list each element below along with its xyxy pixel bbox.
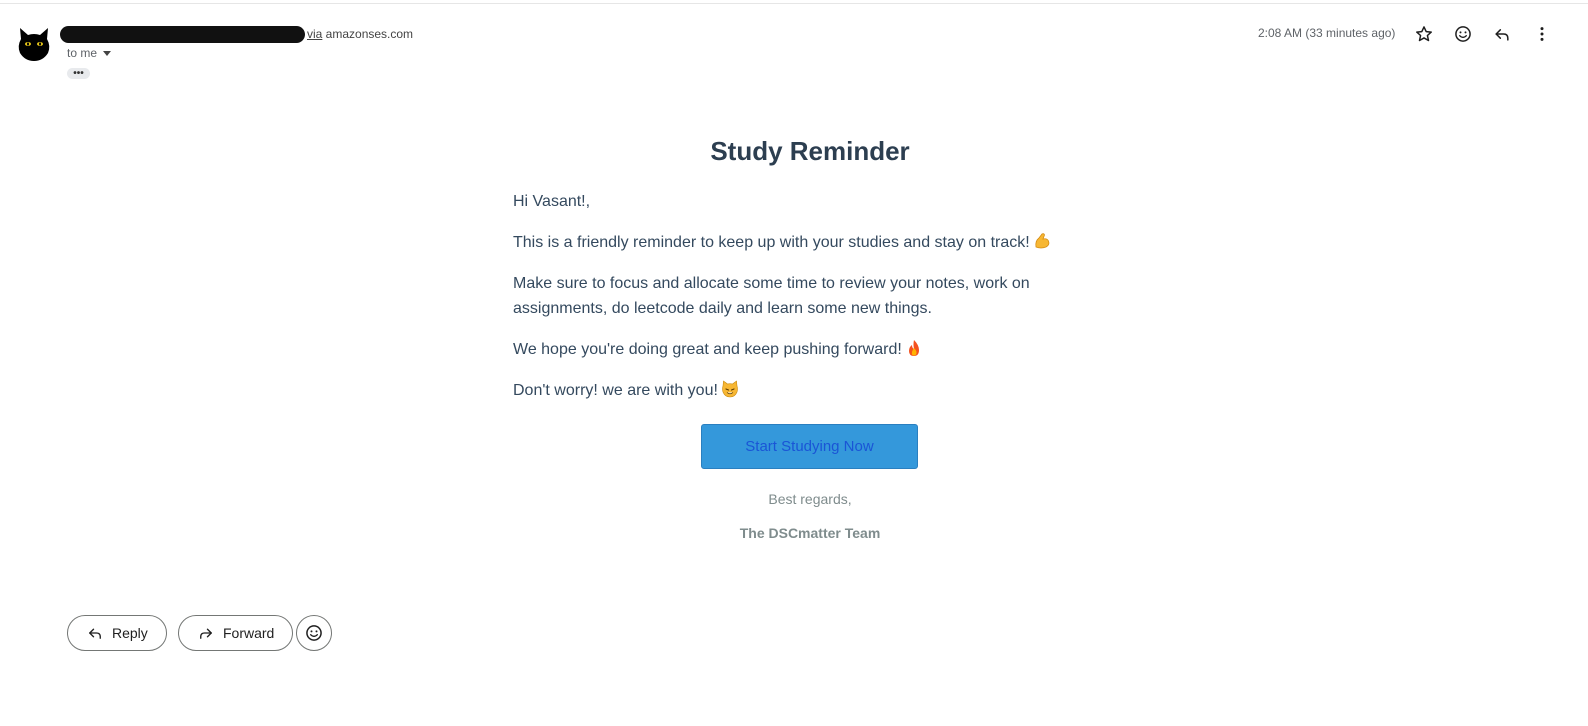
reply-icon [89,628,101,639]
cat-emoji [721,380,739,398]
star-button[interactable] [1412,22,1436,46]
paragraph-hope: We hope you're doing great and keep push… [513,337,1073,362]
sender-line: via amazonses.com [60,25,413,43]
forward-label: Forward [223,625,275,641]
chevron-down-icon [103,50,112,56]
sender-name-redacted [60,25,305,43]
sender-via: via amazonses.com [307,27,413,41]
more-vert-icon [1540,27,1544,41]
reply-button-header[interactable] [1490,22,1514,46]
email-title: Study Reminder [710,136,910,166]
more-horiz-icon: ••• [73,67,84,79]
star-icon [1416,26,1432,42]
paragraph-reminder: This is a friendly reminder to keep up w… [513,230,1073,255]
flexed-biceps-emoji [1033,232,1051,250]
more-options-button[interactable] [1530,22,1554,46]
via-link[interactable]: via [307,27,322,41]
greeting: Hi Vasant!, [513,193,591,210]
sender-domain: amazonses.com [322,27,414,41]
email-timestamp: 2:08 AM (33 minutes ago) [1258,26,1396,40]
reply-button[interactable]: Reply [67,615,167,651]
paragraph-hope-text: We hope you're doing great and keep push… [513,341,902,358]
paragraph-support: Don't worry! we are with you! [513,378,1073,403]
emoji-react-icon [306,625,322,641]
fire-emoji [905,339,923,357]
recipient-label: to me [67,46,98,60]
emoji-react-icon [1455,26,1471,42]
show-trimmed-content-button[interactable]: ••• [67,68,90,79]
sender-avatar[interactable] [16,26,52,62]
top-divider [0,3,1588,4]
paragraph-reminder-text: This is a friendly reminder to keep up w… [513,234,1030,251]
add-reaction-button[interactable] [1451,22,1475,46]
paragraph-support-text: Don't worry! we are with you! [513,382,718,399]
forward-button[interactable]: Forward [178,615,294,651]
closing-text: Best regards, [768,491,852,507]
reply-icon [1495,29,1509,41]
paragraph-focus: Make sure to focus and allocate some tim… [513,275,1030,317]
reply-label: Reply [112,625,148,641]
start-studying-button[interactable]: Start Studying Now [701,424,918,469]
add-reaction-button-footer[interactable] [296,615,332,651]
forward-icon [200,628,212,639]
signature: The DSCmatter Team [739,525,881,541]
recipient-dropdown[interactable]: to me [67,46,112,60]
